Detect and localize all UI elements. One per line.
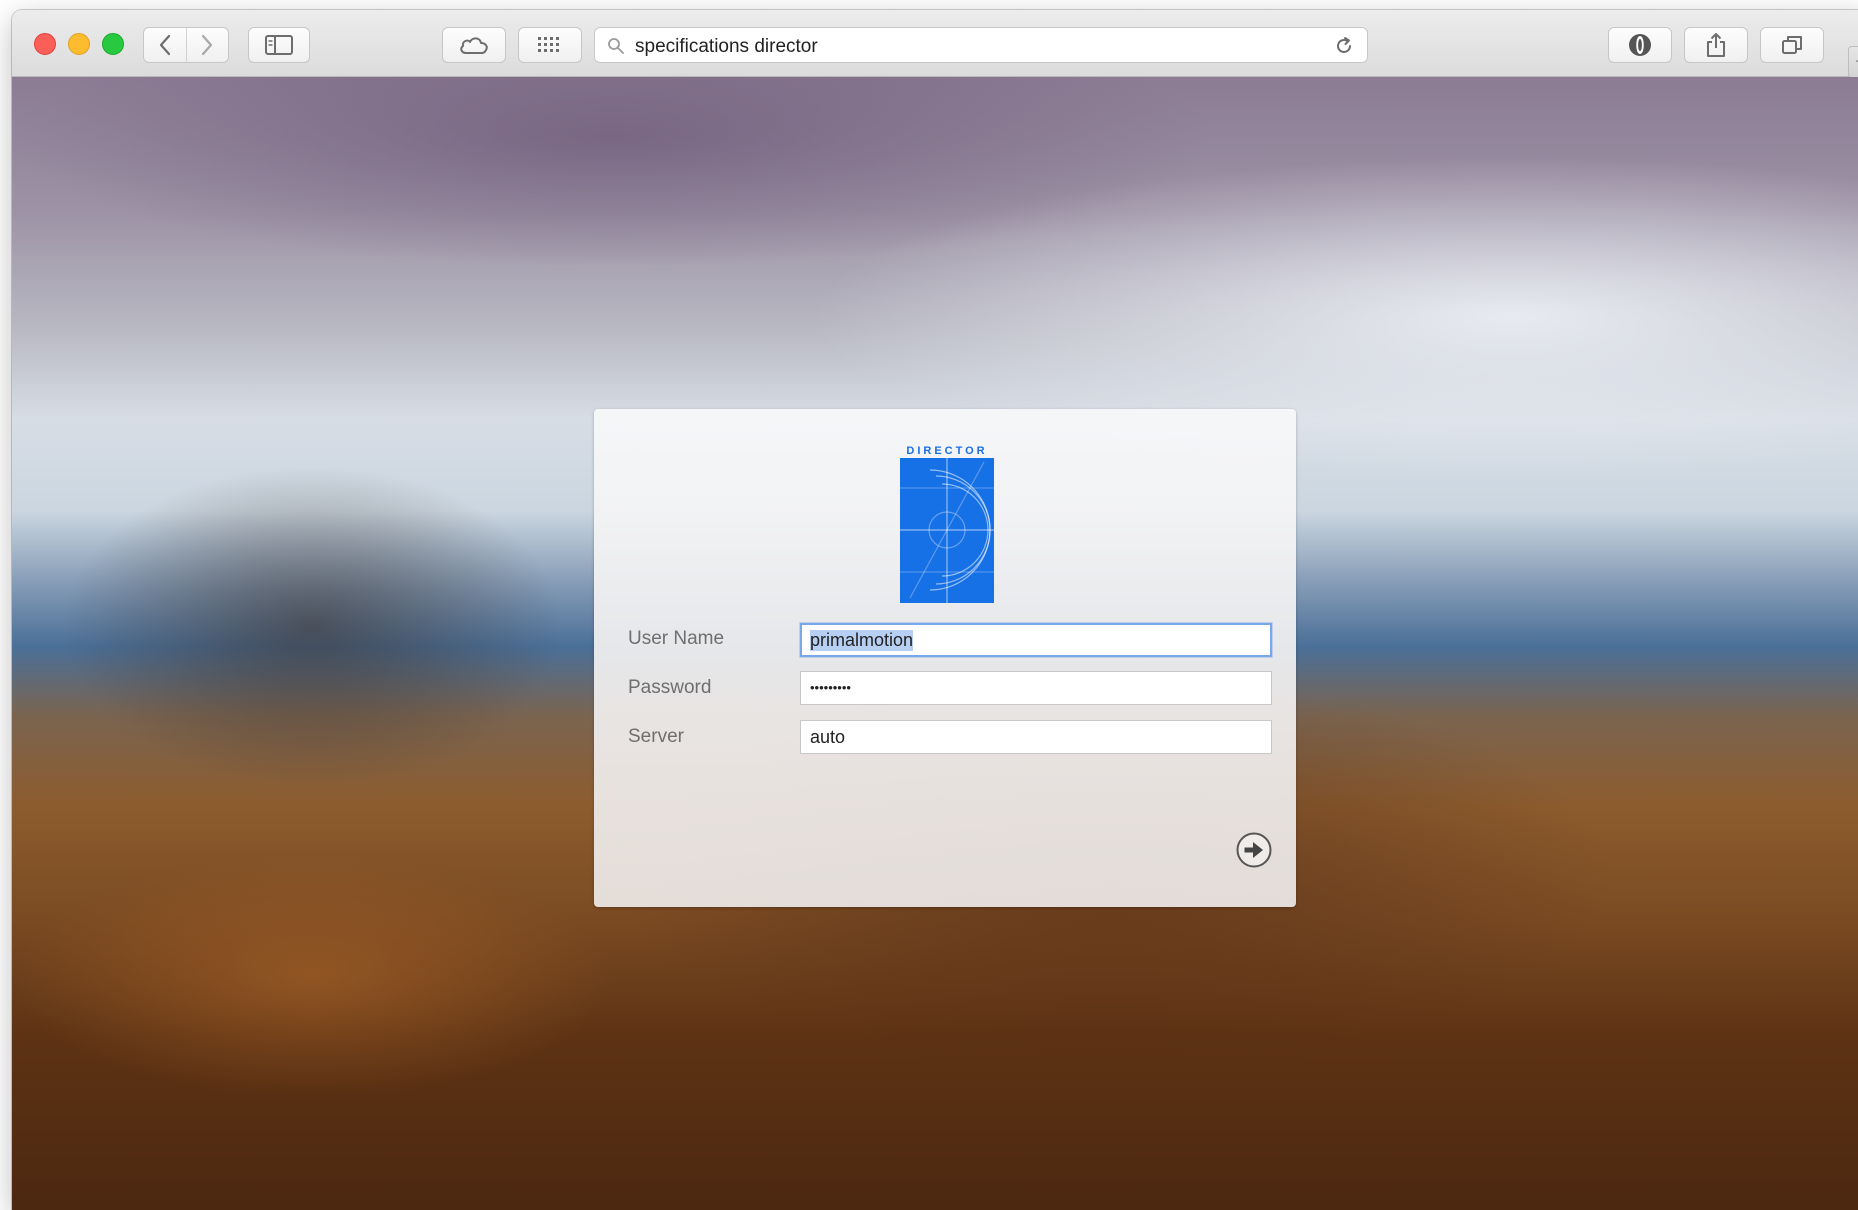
forward-icon (202, 34, 213, 56)
privacy-extension-button[interactable] (1608, 27, 1672, 63)
back-button[interactable] (144, 28, 186, 62)
username-label: User Name (628, 628, 725, 649)
logo-emblem-art (900, 458, 994, 603)
icloud-tabs-button[interactable] (442, 27, 506, 63)
new-tab-button[interactable]: + (1848, 46, 1858, 78)
tabs-overview-icon (1782, 36, 1802, 54)
tabs-overview-button[interactable] (1760, 27, 1824, 63)
sidebar-icon (265, 35, 293, 55)
address-bar[interactable]: specifications director (594, 27, 1368, 63)
login-submit-button[interactable] (1235, 831, 1273, 869)
sidebar-button[interactable] (248, 27, 310, 63)
forward-button[interactable] (185, 28, 229, 62)
server-field[interactable]: auto (800, 720, 1272, 754)
address-bar-text: specifications director (635, 36, 818, 57)
navigation-buttons (143, 27, 229, 63)
username-value: primalmotion (810, 630, 914, 651)
username-field[interactable]: primalmotion (800, 623, 1272, 657)
logo-text: DIRECTOR (906, 445, 988, 457)
login-panel: DIRECTOR User Name primalmotion Password… (594, 409, 1296, 907)
arrow-right-circle-icon (1236, 832, 1272, 868)
password-label: Password (628, 677, 712, 698)
logo-emblem (900, 458, 994, 603)
icloud-tabs-icon (460, 37, 488, 54)
password-value: ••••••••• (810, 680, 851, 695)
page-background: DIRECTOR User Name primalmotion Password… (12, 77, 1858, 1210)
close-window-button[interactable] (34, 33, 56, 55)
server-label: Server (628, 726, 684, 747)
browser-window: specifications director DIRECTOR User Na… (12, 10, 1858, 1210)
share-button[interactable] (1684, 27, 1748, 63)
browser-toolbar: specifications director (12, 10, 1858, 78)
password-field[interactable]: ••••••••• (800, 671, 1272, 705)
zoom-window-button[interactable] (102, 33, 124, 55)
reload-icon[interactable] (1333, 35, 1355, 57)
privacy-extension-icon (1629, 34, 1651, 56)
back-icon (159, 34, 170, 56)
server-value: auto (810, 727, 846, 747)
top-sites-grid-icon (538, 37, 559, 52)
minimize-window-button[interactable] (68, 33, 90, 55)
top-sites-button[interactable] (518, 27, 582, 63)
share-icon (1707, 33, 1725, 57)
search-icon (608, 38, 624, 54)
director-logo: DIRECTOR (900, 445, 994, 605)
